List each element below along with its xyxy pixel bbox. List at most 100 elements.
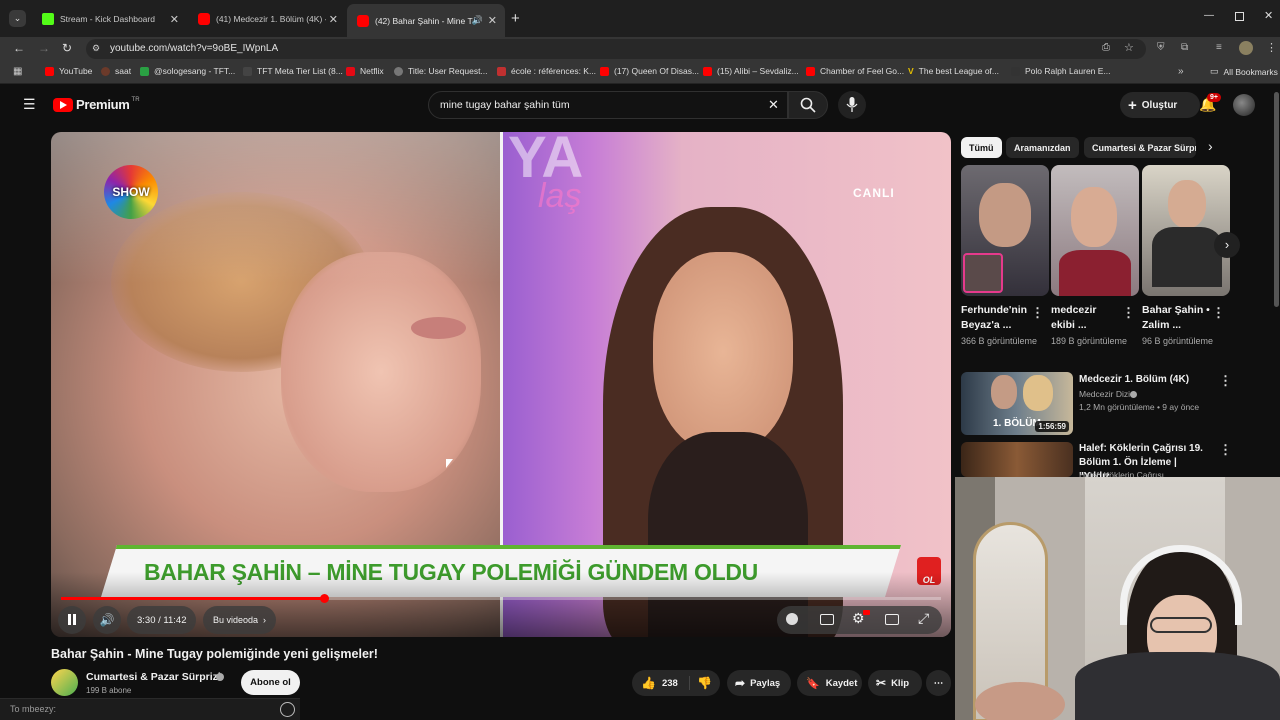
chat-send-icon[interactable]	[280, 702, 295, 717]
bookmark-queen[interactable]: (17) Queen Of Disas...	[600, 66, 699, 76]
new-tab-button[interactable]: +	[511, 10, 520, 27]
bookmark-star-icon[interactable]: ☆	[1124, 41, 1134, 54]
back-icon[interactable]: ←	[13, 41, 25, 55]
short-thumb-2[interactable]	[1051, 165, 1139, 296]
tab-kick-dashboard[interactable]: Stream - Kick Dashboard ✕	[32, 6, 187, 32]
channel-avatar[interactable]	[51, 669, 78, 696]
close-icon[interactable]: ✕	[329, 13, 338, 26]
chip-from-search[interactable]: Aramanızdan	[1006, 137, 1079, 158]
pause-button[interactable]	[58, 606, 86, 634]
bookmark-league[interactable]: V The best League of...	[908, 66, 999, 76]
reload-icon[interactable]: ↻	[62, 41, 72, 55]
chips-next-icon[interactable]: ›	[1208, 138, 1213, 154]
restore-icon[interactable]	[1235, 12, 1244, 21]
bookmarks-bar: ▦ YouTube saat @sologesang - TFT... TFT …	[0, 61, 1280, 84]
short-menu-icon[interactable]: ⋮	[1031, 305, 1044, 321]
v-icon: V	[908, 66, 914, 76]
more-icon: ⋯	[933, 677, 944, 689]
account-avatar[interactable]	[1233, 94, 1255, 116]
bookmark-youtube[interactable]: YouTube	[45, 66, 92, 76]
page-scrollbar[interactable]	[1274, 92, 1279, 307]
clip-button[interactable]: ✂ Klip	[868, 670, 922, 696]
rec-menu-icon[interactable]: ⋮	[1219, 442, 1232, 458]
close-icon[interactable]: ✕	[488, 14, 497, 27]
channel-name[interactable]: Cumartesi & Pazar Sürprizi	[86, 671, 221, 683]
apps-icon[interactable]: ▦	[13, 66, 22, 77]
minimize-icon[interactable]: —	[1204, 10, 1214, 21]
bookmark-sologesang[interactable]: @sologesang - TFT...	[140, 66, 235, 76]
create-button[interactable]: + Oluştur	[1120, 92, 1200, 118]
bookmark-chamber[interactable]: Chamber of Feel Go...	[806, 66, 904, 76]
rec-menu-icon[interactable]: ⋮	[1219, 373, 1232, 389]
voice-search-button[interactable]	[838, 91, 866, 119]
bookmark-netflix[interactable]: Netflix	[346, 66, 384, 76]
bookmark-label: The best League of...	[918, 66, 1000, 76]
bookmark-title[interactable]: Title: User Request...	[394, 66, 488, 76]
rec-channel[interactable]: Halef: Köklerin Çağrısı	[1079, 470, 1164, 477]
chip-channel[interactable]: Cumartesi & Pazar Sürpr	[1084, 137, 1196, 158]
browser-toolbar: ← → ↻ ⚙ youtube.com/watch?v=9oBE_IWpnLA …	[0, 37, 1280, 61]
shield-icon[interactable]: ⛨	[1157, 42, 1165, 53]
menu-icon[interactable]: ⋮	[1266, 41, 1277, 54]
subscribe-button[interactable]: Abone ol	[241, 670, 300, 695]
extensions-icon[interactable]: ⧉	[1181, 42, 1188, 53]
bookmark-alibi[interactable]: (15) Alibi – Sevdaliz...	[703, 66, 799, 76]
tab-medcezir[interactable]: (41) Medcezir 1. Bölüm (4K) - Yo ✕	[188, 6, 346, 32]
search-input[interactable]: mine tugay bahar şahin tüm	[440, 99, 570, 111]
short-title[interactable]: Bahar Şahin • Zalim ...	[1142, 303, 1214, 333]
theater-mode-icon[interactable]	[885, 614, 899, 625]
tab-search-button[interactable]: ⌄	[9, 10, 26, 27]
profile-avatar[interactable]	[1239, 41, 1253, 55]
speaker-icon[interactable]: 🔊	[472, 15, 483, 26]
close-window-icon[interactable]: ✕	[1264, 9, 1273, 22]
search-box[interactable]: mine tugay bahar şahin tüm ✕	[428, 91, 788, 119]
autoplay-toggle-icon[interactable]	[786, 613, 798, 625]
short-thumb-3[interactable]	[1142, 165, 1230, 296]
share-button[interactable]: ➦ Paylaş	[727, 670, 791, 696]
address-bar[interactable]: ⚙ youtube.com/watch?v=9oBE_IWpnLA ⎙ ☆	[86, 39, 1146, 59]
chat-input[interactable]: To mbeezy:	[10, 704, 56, 714]
notifications-button[interactable]: 🔔 9+	[1199, 93, 1221, 114]
progress-bar[interactable]	[61, 594, 941, 603]
close-icon[interactable]: ✕	[170, 13, 179, 26]
plus-icon: +	[1128, 96, 1137, 114]
chip-all[interactable]: Tümü	[961, 137, 1002, 158]
site-info-icon[interactable]: ⚙	[92, 43, 100, 54]
chapter-button[interactable]: Bu videoda ›	[203, 606, 277, 634]
clear-search-icon[interactable]: ✕	[768, 97, 779, 113]
dislike-button[interactable]: 👎	[690, 676, 712, 690]
like-button[interactable]: 👍 238	[632, 676, 690, 690]
subtitles-icon[interactable]	[820, 614, 834, 625]
rec-channel[interactable]: Medcezir Dizi	[1079, 389, 1130, 399]
short-menu-icon[interactable]: ⋮	[1212, 305, 1225, 321]
more-actions-button[interactable]: ⋯	[926, 670, 951, 696]
short-thumb-1[interactable]	[961, 165, 1049, 296]
forward-icon[interactable]: →	[38, 41, 50, 55]
youtube-icon	[703, 66, 712, 76]
bookmark-tft-meta[interactable]: TFT Meta Tier List (8...	[243, 66, 343, 76]
bookmark-saat[interactable]: saat	[101, 66, 131, 76]
short-title[interactable]: Ferhunde'nin Beyaz'a ...	[961, 303, 1033, 333]
media-icon[interactable]: ≡	[1216, 42, 1222, 53]
short-title[interactable]: medcezir ekibi ...	[1051, 303, 1123, 333]
rec-thumbnail[interactable]: 1. BÖLÜM 1:56:59	[961, 372, 1073, 435]
bookmarks-overflow-icon[interactable]: »	[1178, 66, 1184, 77]
bookmark-polo[interactable]: Polo Ralph Lauren E...	[1011, 66, 1111, 76]
save-button[interactable]: 🔖 Kaydet	[797, 670, 862, 696]
rec-title[interactable]: Medcezir 1. Bölüm (4K)	[1079, 374, 1189, 385]
hamburger-menu-icon[interactable]: ☰	[23, 96, 36, 113]
rec-thumbnail[interactable]	[961, 442, 1073, 477]
bookmark-ecole[interactable]: école : références: K...	[497, 66, 596, 76]
background-script: laş	[538, 177, 582, 215]
short-menu-icon[interactable]: ⋮	[1122, 305, 1135, 321]
bookmark-label: Title: User Request...	[408, 66, 488, 76]
volume-button[interactable]: 🔊	[93, 606, 121, 634]
youtube-logo[interactable]: Premium TR	[53, 97, 140, 112]
tab-bahar-sahin[interactable]: (42) Bahar Şahin - Mine Tug 🔊 ✕	[347, 4, 505, 37]
install-icon[interactable]: ⎙	[1102, 42, 1110, 53]
all-bookmarks[interactable]: ▭ All Bookmarks	[1210, 66, 1278, 77]
fullscreen-icon[interactable]: ⤢	[918, 610, 929, 627]
shorts-next-button[interactable]: ›	[1214, 232, 1240, 258]
video-player[interactable]: YA laş CANLI SHOW BAHAR ŞAHİN – MİNE TUG…	[51, 132, 951, 637]
search-button[interactable]	[788, 91, 828, 119]
